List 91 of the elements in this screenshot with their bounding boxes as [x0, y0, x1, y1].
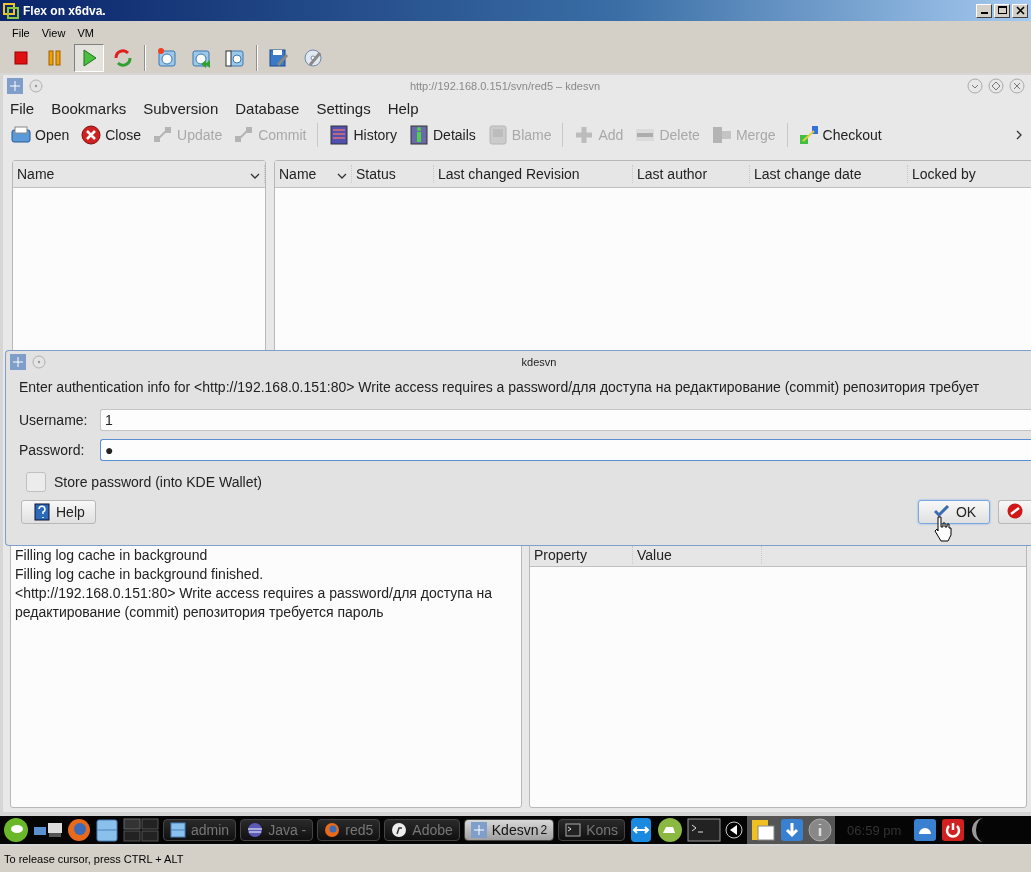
cabinet-icon — [170, 822, 186, 838]
log-line: Filling log cache in background — [15, 546, 209, 565]
toolbar-button[interactable]: Checkout — [794, 123, 886, 147]
taskbar-button[interactable]: Kons — [558, 819, 626, 841]
toolbar-button[interactable]: History — [325, 123, 401, 147]
settings-icon — [268, 47, 290, 69]
hand-cursor-icon — [934, 516, 952, 542]
column-header[interactable]: Name — [17, 166, 55, 182]
snapshot-manager-icon — [224, 47, 246, 69]
toolbar-button[interactable]: Details — [405, 123, 480, 147]
field-label: Username: — [19, 412, 89, 428]
cancel-icon — [1007, 503, 1023, 521]
log-line: Filling log cache in background finished. — [15, 565, 265, 584]
download-icon[interactable] — [780, 818, 805, 842]
dialog-title: kdesvn — [520, 356, 558, 368]
cabinet-icon[interactable] — [95, 818, 119, 842]
snapshot-icon — [156, 47, 178, 69]
list-icon — [329, 125, 350, 145]
blocks-icon — [234, 125, 255, 145]
chevron-right-icon[interactable] — [1015, 130, 1023, 140]
close-icon — [81, 125, 102, 145]
reset-icon — [112, 47, 134, 69]
globe-icon — [247, 822, 264, 838]
menu-item[interactable]: Subversion — [143, 99, 219, 117]
info-icon — [409, 125, 429, 145]
app-icon — [470, 822, 487, 838]
taskbar-button[interactable]: Adobe — [384, 819, 460, 841]
lock-icon[interactable] — [913, 818, 938, 842]
column-header[interactable]: Name — [279, 166, 317, 182]
checkout-icon — [798, 125, 819, 145]
input-field[interactable]: 1 — [100, 409, 1031, 431]
revert-icon — [190, 47, 212, 69]
help-icon — [34, 503, 50, 521]
dialog-message: Enter authentication info for <http://192.168.0.151:80> Write access requires a password/для доступа на редактирование (commit) репозитория требует — [18, 378, 981, 397]
globe-icon[interactable] — [67, 818, 91, 842]
status-text: To release cursor, press CTRL + ALT — [4, 853, 184, 865]
checkbox[interactable] — [26, 472, 46, 492]
column-header[interactable]: Status — [356, 166, 396, 182]
input-field[interactable]: ● — [100, 439, 1031, 461]
menu-item[interactable]: Database — [235, 99, 300, 117]
menu-item[interactable]: Settings — [316, 99, 371, 117]
column-header[interactable]: Last author — [637, 166, 708, 182]
menu-item[interactable]: View — [41, 27, 66, 39]
cancel-button[interactable] — [998, 500, 1031, 524]
column-header[interactable]: Locked by — [912, 166, 976, 182]
caret-down-icon[interactable] — [250, 173, 260, 179]
squares-icon — [711, 125, 732, 145]
toolbar-button[interactable] — [74, 44, 104, 72]
folder-icon — [11, 125, 31, 145]
column-header[interactable]: Last change date — [754, 166, 862, 182]
menu-item[interactable]: VM — [77, 27, 94, 39]
remote-icon[interactable] — [629, 817, 654, 843]
terminal-icon[interactable] — [687, 818, 722, 842]
app-icon — [10, 354, 26, 370]
app-icon — [3, 2, 19, 19]
blocks-icon — [153, 125, 174, 145]
column-header[interactable]: Last changed Revision — [438, 166, 580, 182]
minimize-icon — [980, 11, 988, 14]
field-label: Password: — [19, 442, 86, 458]
window-title: Flex on x6dva. — [23, 3, 107, 18]
globe-icon — [324, 822, 341, 838]
window-title: http://192.168.0.151/svn/red5 – kdesvn — [408, 80, 602, 92]
disc-icon — [302, 47, 324, 69]
info-icon[interactable] — [808, 818, 833, 842]
app-icon — [7, 78, 23, 94]
ok-button[interactable]: OK — [918, 500, 990, 524]
maximize-icon — [996, 5, 1008, 16]
document-icon — [487, 125, 508, 145]
speaker-icon[interactable] — [725, 821, 744, 839]
plus-icon — [574, 125, 595, 145]
taskbar-button[interactable]: admin — [163, 819, 237, 841]
menu-item[interactable]: File — [10, 99, 35, 117]
help-button[interactable]: Help — [21, 500, 96, 524]
clipboard-icon[interactable] — [750, 818, 777, 842]
toolbar-button[interactable]: Close — [77, 123, 146, 147]
power-icon[interactable] — [941, 818, 966, 842]
column-header[interactable]: Value — [637, 547, 672, 563]
start-button[interactable] — [3, 817, 29, 843]
caret-down-icon[interactable] — [337, 173, 347, 179]
taskbar-button[interactable]: Kdesvn 2 — [463, 819, 555, 841]
menu-item[interactable]: File — [12, 27, 30, 39]
column-header[interactable]: Property — [534, 547, 587, 563]
toolbar-button[interactable]: Open — [7, 123, 74, 147]
close-icon — [1014, 5, 1026, 16]
menu-item[interactable]: Bookmarks — [51, 99, 127, 117]
menu-item[interactable]: Help — [387, 99, 419, 117]
terminal-icon — [565, 822, 582, 838]
taskbar-button[interactable]: red5 — [317, 819, 381, 841]
log-line: <http://192.168.0.151:80> Write access requires a password/для доступа на редактирование (commit) репозитория требуется пароль — [15, 584, 494, 622]
checkbox-label[interactable]: Store password (into KDE Wallet) — [54, 474, 262, 490]
taskbar-button[interactable]: Java - — [240, 819, 314, 841]
